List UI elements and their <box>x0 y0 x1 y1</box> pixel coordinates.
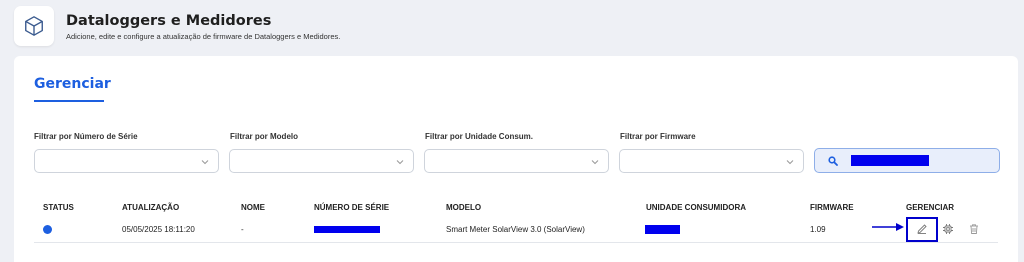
col-header-serial: NÚMERO DE SÉRIE <box>314 203 390 212</box>
tab-active-indicator <box>34 100 104 102</box>
chip-icon <box>943 224 953 234</box>
col-header-model: MODELO <box>446 203 482 212</box>
status-indicator <box>43 225 52 234</box>
chevron-down-icon <box>201 160 209 165</box>
filter-firmware-label: Filtrar por Firmware <box>620 132 696 141</box>
chevron-down-icon <box>786 160 794 165</box>
filter-unit-label: Filtrar por Unidade Consum. <box>425 132 534 141</box>
edit-icon <box>917 224 927 234</box>
cube-icon <box>25 16 43 36</box>
chevron-down-icon <box>591 160 599 165</box>
row-divider <box>34 242 998 243</box>
filter-model-label: Filtrar por Modelo <box>230 132 298 141</box>
header-logo <box>14 6 54 46</box>
cell-updated: 05/05/2025 18:11:20 <box>122 225 195 234</box>
col-header-status: STATUS <box>43 203 74 212</box>
filter-unit-select[interactable] <box>424 149 609 173</box>
trash-icon <box>970 224 978 234</box>
delete-button[interactable] <box>965 220 983 238</box>
page-subtitle: Adicione, edite e configure a atualizaçã… <box>66 31 341 41</box>
search-input[interactable] <box>814 148 1000 173</box>
cell-model: Smart Meter SolarView 3.0 (SolarView) <box>446 225 585 234</box>
col-header-manage: GERENCIAR <box>906 203 955 212</box>
tab-gerenciar[interactable]: Gerenciar <box>34 76 111 92</box>
cell-serial-redacted <box>314 226 380 233</box>
page-title: Dataloggers e Medidores <box>66 12 272 29</box>
firmware-button[interactable] <box>939 220 957 238</box>
filter-serial-label: Filtrar por Número de Série <box>34 132 138 141</box>
search-icon <box>828 156 838 166</box>
cell-name: - <box>241 225 244 234</box>
chevron-down-icon <box>396 160 404 165</box>
cell-unit-redacted <box>645 225 680 234</box>
annotation-arrow-icon <box>872 223 904 231</box>
col-header-firmware: FIRMWARE <box>810 203 854 212</box>
filter-firmware-select[interactable] <box>619 149 804 173</box>
main-card: Gerenciar Filtrar por Número de Série Fi… <box>14 56 1018 262</box>
search-value-redacted <box>851 155 929 166</box>
cell-firmware: 1.09 <box>810 225 826 234</box>
filter-model-select[interactable] <box>229 149 414 173</box>
col-header-unit: UNIDADE CONSUMIDORA <box>646 203 746 212</box>
page-header: Dataloggers e Medidores Adicione, edite … <box>14 6 1010 46</box>
col-header-updated: ATUALIZAÇÃO <box>122 203 180 212</box>
filter-serial-select[interactable] <box>34 149 219 173</box>
col-header-name: NOME <box>241 203 265 212</box>
edit-button[interactable] <box>913 220 931 238</box>
